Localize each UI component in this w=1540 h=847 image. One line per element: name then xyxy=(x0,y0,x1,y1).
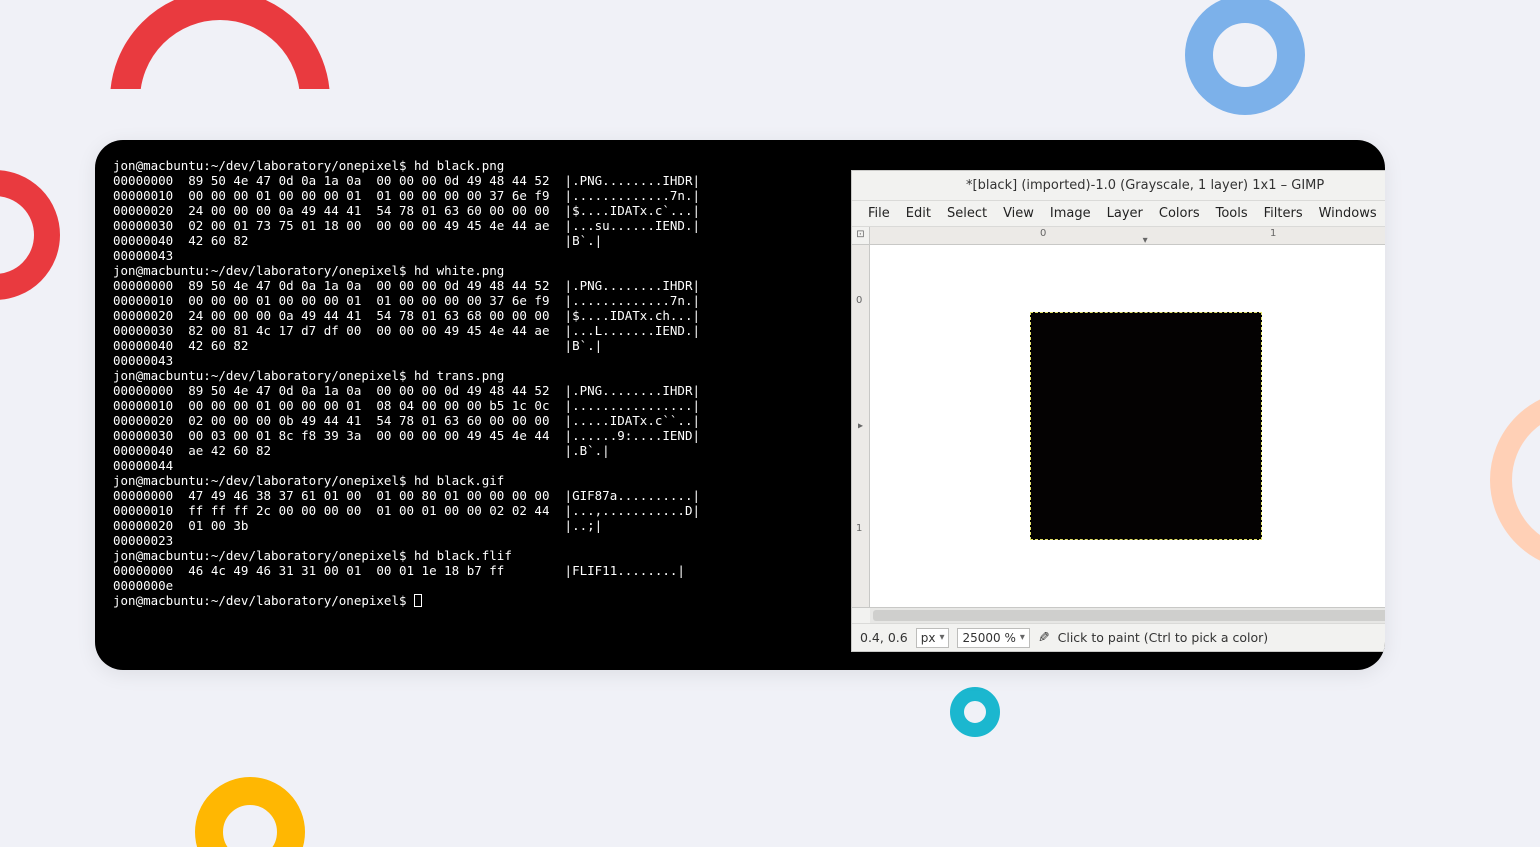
canvas-pixel[interactable] xyxy=(1030,312,1262,540)
menu-image[interactable]: Image xyxy=(1042,203,1099,224)
zoom-selector[interactable]: 25000 % ▾ xyxy=(957,628,1029,648)
screenshot-card: jon@macbuntu:~/dev/laboratory/onepixel$ … xyxy=(95,140,1385,670)
gimp-title: *[black] (imported)-1.0 (Grayscale, 1 la… xyxy=(966,178,1324,193)
ruler-corner-icon xyxy=(852,608,870,623)
ruler-tick: 0 xyxy=(1040,228,1046,239)
menu-colors[interactable]: Colors xyxy=(1151,203,1208,224)
paintbrush-icon: ✎ xyxy=(1038,630,1050,646)
menu-view[interactable]: View xyxy=(995,203,1042,224)
zoom-label: 25000 % xyxy=(962,631,1015,645)
menu-edit[interactable]: Edit xyxy=(898,203,939,224)
gimp-body: 0 ▸ 1 xyxy=(852,245,1385,607)
gimp-statusbar: 0.4, 0.6 px ▾ 25000 % ▾ ✎ Click to paint… xyxy=(852,623,1385,651)
ruler-tick: 1 xyxy=(856,523,862,534)
unit-label: px xyxy=(921,631,936,645)
menu-filters[interactable]: Filters xyxy=(1256,203,1311,224)
gimp-menubar: FileEditSelectViewImageLayerColorsToolsF… xyxy=(852,201,1385,227)
deco-circle xyxy=(1185,0,1305,115)
horizontal-scrollbar[interactable] xyxy=(870,608,1385,623)
terminal-window[interactable]: jon@macbuntu:~/dev/laboratory/onepixel$ … xyxy=(95,140,765,670)
deco-circle xyxy=(195,777,305,847)
gimp-horizontal-ruler: ⊡ 0 ▾ 1 ⊡ xyxy=(852,227,1385,245)
horizontal-ruler[interactable]: 0 ▾ 1 xyxy=(870,227,1385,244)
horizontal-scroll-row: ✥ xyxy=(852,607,1385,623)
menu-windows[interactable]: Windows xyxy=(1311,203,1385,224)
deco-circle xyxy=(0,170,60,300)
menu-select[interactable]: Select xyxy=(939,203,995,224)
menu-tools[interactable]: Tools xyxy=(1208,203,1256,224)
ruler-pointer-icon: ▸ xyxy=(858,421,863,432)
status-hint: Click to paint (Ctrl to pick a color) xyxy=(1058,630,1269,645)
gimp-window: *[black] (imported)-1.0 (Grayscale, 1 la… xyxy=(851,170,1385,652)
menu-file[interactable]: File xyxy=(860,203,898,224)
ruler-tick: 1 xyxy=(1270,228,1276,239)
menu-layer[interactable]: Layer xyxy=(1099,203,1151,224)
status-coords: 0.4, 0.6 xyxy=(860,630,908,645)
terminal-cursor xyxy=(414,594,422,607)
vertical-ruler[interactable]: 0 ▸ 1 xyxy=(852,245,870,607)
unit-selector[interactable]: px ▾ xyxy=(916,628,950,648)
deco-circle xyxy=(1490,390,1540,570)
canvas-area[interactable] xyxy=(870,245,1385,607)
chevron-down-icon: ▾ xyxy=(939,632,944,643)
ruler-corner-icon[interactable]: ⊡ xyxy=(852,227,870,245)
deco-circle xyxy=(950,687,1000,737)
ruler-tick: 0 xyxy=(856,295,862,306)
chevron-down-icon: ▾ xyxy=(1020,632,1025,643)
gimp-titlebar[interactable]: *[black] (imported)-1.0 (Grayscale, 1 la… xyxy=(852,171,1385,201)
